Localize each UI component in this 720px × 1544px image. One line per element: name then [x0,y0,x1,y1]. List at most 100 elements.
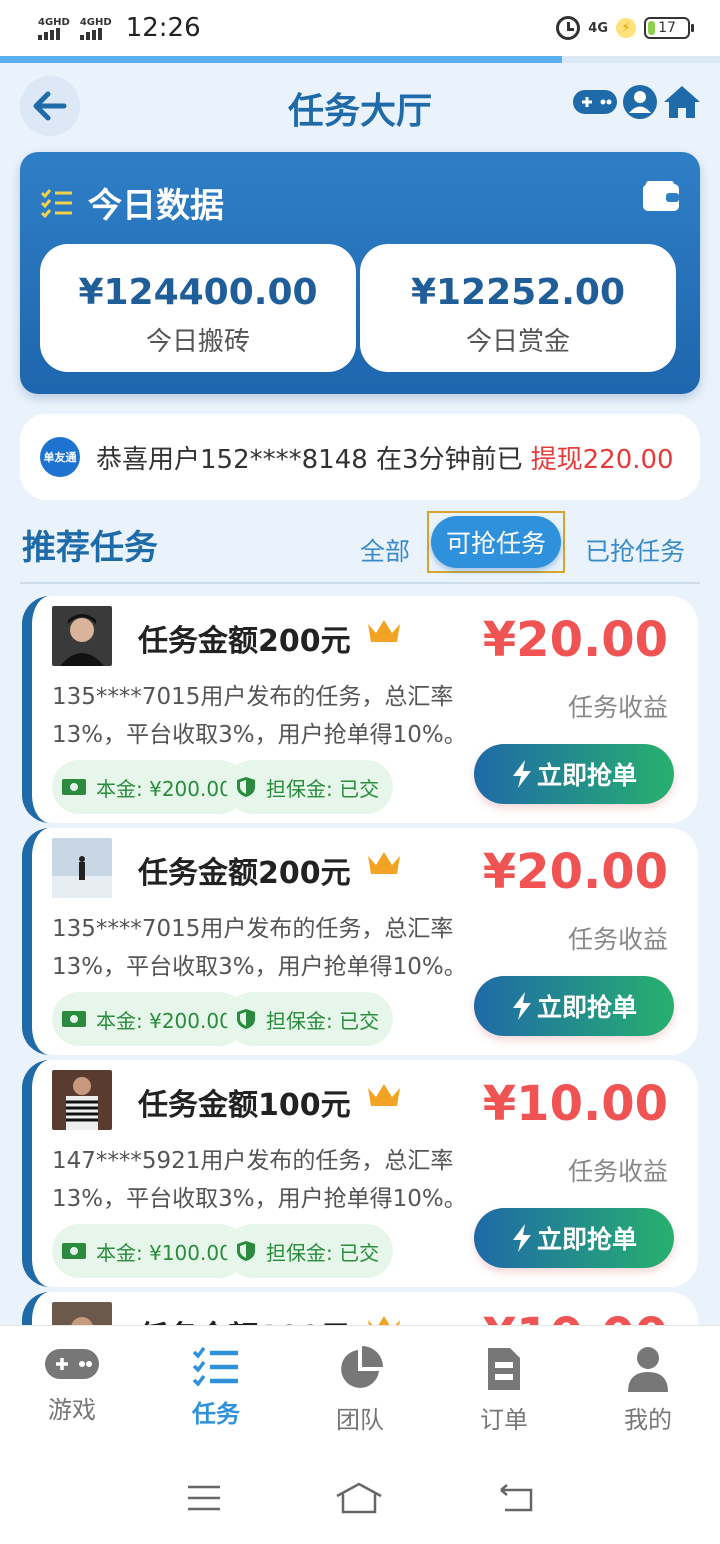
shield-icon [237,1241,255,1261]
task-list-icon [192,1346,238,1386]
shield-icon [237,777,255,797]
task-description: 147****5921用户发布的任务，总汇率13%，平台收取3%，用户抢单得10… [52,1148,467,1212]
task-card-partial: 任务金额100元 ¥10.00 [22,1292,698,1325]
tabbar-label: 团队 [336,1406,384,1434]
brand-logo-icon: 单友通 [40,437,80,477]
crown-icon [366,1314,402,1325]
stat-card-brick: ¥124400.00 今日搬砖 [40,244,356,372]
tabbar-label: 任务 [192,1400,240,1428]
tab-grabbed[interactable]: 已抢任务 [585,532,685,568]
lightning-icon [512,1224,531,1252]
charging-icon: ⚡ [616,18,636,38]
crown-icon [366,1082,402,1114]
lightning-icon [512,760,531,788]
tab-available[interactable]: 可抢任务 [431,516,561,568]
notice-amount: 提现220.00 [530,444,674,475]
sim1-label: 4GHD [38,16,70,28]
tabbar-item-game[interactable]: 游戏 [0,1326,144,1455]
page-load-progress [0,56,720,63]
principal-chip: 本金: ¥200.00 [52,992,246,1046]
tabbar-item-task[interactable]: 任务 [144,1326,288,1455]
grab-order-label: 立即抢单 [536,761,637,790]
task-card: 任务金额100元 147****5921用户发布的任务，总汇率13%，平台收取3… [22,1060,698,1287]
tab-all[interactable]: 全部 [360,532,410,568]
avatar [52,838,112,898]
task-reward: ¥10.00 [482,1076,668,1132]
grab-order-button[interactable]: 立即抢单 [474,1208,674,1268]
stats-title: 今日数据 [88,186,224,226]
deposit-chip: 担保金: 已交 [226,992,394,1046]
cash-icon [62,1243,86,1259]
battery-level: 17 [658,20,676,36]
section-title: 推荐任务 [22,528,158,568]
bottom-tab-bar: 游戏 任务 团队 订单 我的 [0,1325,720,1455]
cash-icon [62,779,86,795]
deposit-chip: 担保金: 已交 [226,760,394,814]
cash-icon [62,1011,86,1027]
task-reward-label: 任务收益 [567,925,668,954]
stat-label: 今日赏金 [465,327,570,357]
crown-icon [366,618,402,650]
grab-order-button[interactable]: 立即抢单 [474,744,674,804]
deposit-text: 担保金: 已交 [266,776,380,801]
task-reward-label: 任务收益 [567,1157,668,1186]
alarm-icon [556,16,581,40]
section-divider [20,582,700,584]
deposit-text: 担保金: 已交 [266,1240,380,1265]
task-title: 任务金额200元 [138,856,351,891]
stat-label: 今日搬砖 [145,327,250,357]
wallet-icon[interactable] [642,180,680,216]
battery-icon: 17 [644,17,694,39]
task-description: 135****7015用户发布的任务，总汇率13%，平台收取3%，用户抢单得10… [52,916,467,980]
notice-text: 恭喜用户152****8148 在3分钟前已 [96,444,523,475]
task-title: 任务金额100元 [138,1312,351,1325]
task-reward-label: 任务收益 [567,693,668,722]
stat-value: ¥124400.00 [78,272,318,313]
gamepad-icon[interactable] [572,87,618,117]
home-nav-icon[interactable] [335,1482,383,1518]
checklist-icon [40,188,72,218]
tabbar-item-mine[interactable]: 我的 [576,1326,720,1455]
grab-order-label: 立即抢单 [536,1225,637,1254]
sim2-label: 4GHD [79,16,112,28]
user-icon [628,1347,668,1392]
task-description: 135****7015用户发布的任务，总汇率13%，平台收取3%，用户抢单得10… [52,684,467,748]
withdraw-notice: 单友通 恭喜用户152****8148 在3分钟前已 提现220.00 [20,414,700,500]
lightning-icon [512,992,531,1020]
task-card: 任务金额200元 135****7015用户发布的任务，总汇率13%，平台收取3… [22,828,698,1055]
back-nav-icon[interactable] [497,1483,533,1516]
today-stats-panel: 今日数据 ¥124400.00 今日搬砖 ¥12252.00 今日赏金 [20,152,700,394]
tabbar-label: 订单 [480,1406,528,1434]
signal-indicator-2: 4GHD [79,16,112,40]
user-icon[interactable] [622,84,658,120]
order-document-icon [488,1348,520,1390]
tabbar-label: 我的 [624,1406,672,1434]
signal-indicator-1: 4GHD [38,17,70,40]
deposit-text: 担保金: 已交 [266,1008,380,1033]
crown-icon [366,850,402,882]
tabbar-item-order[interactable]: 订单 [432,1326,576,1455]
task-title: 任务金额200元 [138,624,351,659]
task-list: 任务金额200元 135****7015用户发布的任务，总汇率13%，平台收取3… [22,596,698,1325]
avatar [52,606,112,666]
principal-chip: 本金: ¥100.00 [52,1224,246,1278]
grab-order-button[interactable]: 立即抢单 [474,976,674,1036]
tabbar-item-team[interactable]: 团队 [288,1326,432,1455]
stat-card-bounty: ¥12252.00 今日赏金 [360,244,676,372]
principal-text: 本金: ¥100.00 [96,1240,232,1265]
avatar [52,1302,112,1325]
stat-value: ¥12252.00 [410,272,626,313]
deposit-chip: 担保金: 已交 [226,1224,394,1278]
header: 任务大厅 [0,70,720,142]
tabbar-label: 游戏 [48,1396,96,1424]
status-bar: 4GHD 4GHD 12:26 4G ⚡ 17 [0,0,720,56]
gamepad-icon [45,1349,99,1379]
menu-icon[interactable] [187,1485,221,1515]
task-reward: ¥10.00 [483,1308,668,1325]
principal-text: 本金: ¥200.00 [96,776,232,801]
system-nav-bar [0,1455,720,1544]
task-reward: ¥20.00 [482,844,668,900]
principal-text: 本金: ¥200.00 [96,1008,232,1033]
task-reward: ¥20.00 [482,612,668,668]
home-icon[interactable] [662,84,702,120]
